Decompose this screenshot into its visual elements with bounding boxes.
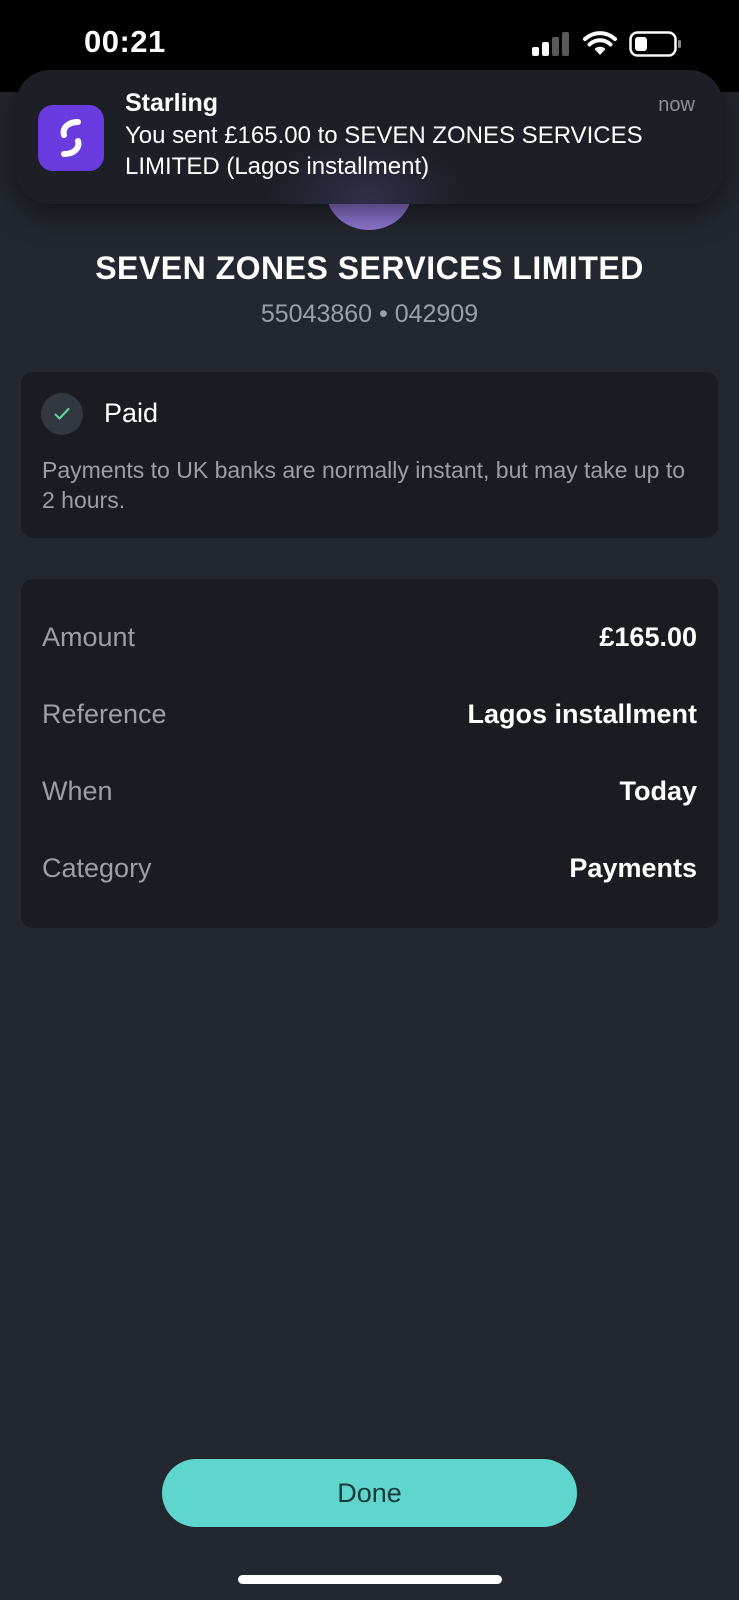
detail-label: Category (42, 853, 152, 883)
check-icon (41, 393, 83, 435)
detail-row-amount: Amount £165.00 (42, 622, 697, 662)
detail-label: Reference (42, 699, 167, 729)
notification-message: You sent £165.00 to SEVEN ZONES SERVICES… (125, 122, 643, 180)
detail-label: Amount (42, 622, 136, 652)
starling-app-icon (38, 105, 104, 171)
detail-value: Today (619, 776, 697, 806)
payment-status-card: Paid Payments to UK banks are normally i… (21, 372, 718, 538)
detail-row-when: When Today (42, 776, 697, 816)
payment-details-card: Amount £165.00 Reference Lagos installme… (21, 579, 718, 928)
payment-confirmation-screen: 00:21 Starling now You sent £165.00 to S… (0, 0, 739, 1600)
wifi-icon (583, 31, 617, 55)
status-time: 00:21 (84, 24, 166, 59)
detail-value: Lagos installment (467, 699, 697, 729)
detail-label: When (42, 776, 113, 806)
payment-status-description: Payments to UK banks are normally instan… (42, 457, 686, 513)
detail-row-category[interactable]: Category Payments (42, 853, 697, 893)
payee-account-details: 55043860 • 042909 (260, 300, 479, 328)
payment-status-label: Paid (104, 398, 159, 428)
notification-time: now (658, 94, 695, 116)
payee-name: SEVEN ZONES SERVICES LIMITED (95, 250, 644, 286)
cellular-signal-icon (532, 32, 570, 56)
detail-value[interactable]: Payments (569, 853, 697, 884)
notification-app-name: Starling (125, 89, 219, 117)
home-indicator[interactable] (238, 1575, 502, 1584)
battery-icon (629, 31, 681, 57)
detail-row-reference: Reference Lagos installment (42, 699, 697, 739)
done-button[interactable]: Done (162, 1459, 577, 1527)
detail-value: £165.00 (599, 622, 697, 652)
notification-banner[interactable]: Starling now You sent £165.00 to SEVEN Z… (16, 70, 723, 204)
